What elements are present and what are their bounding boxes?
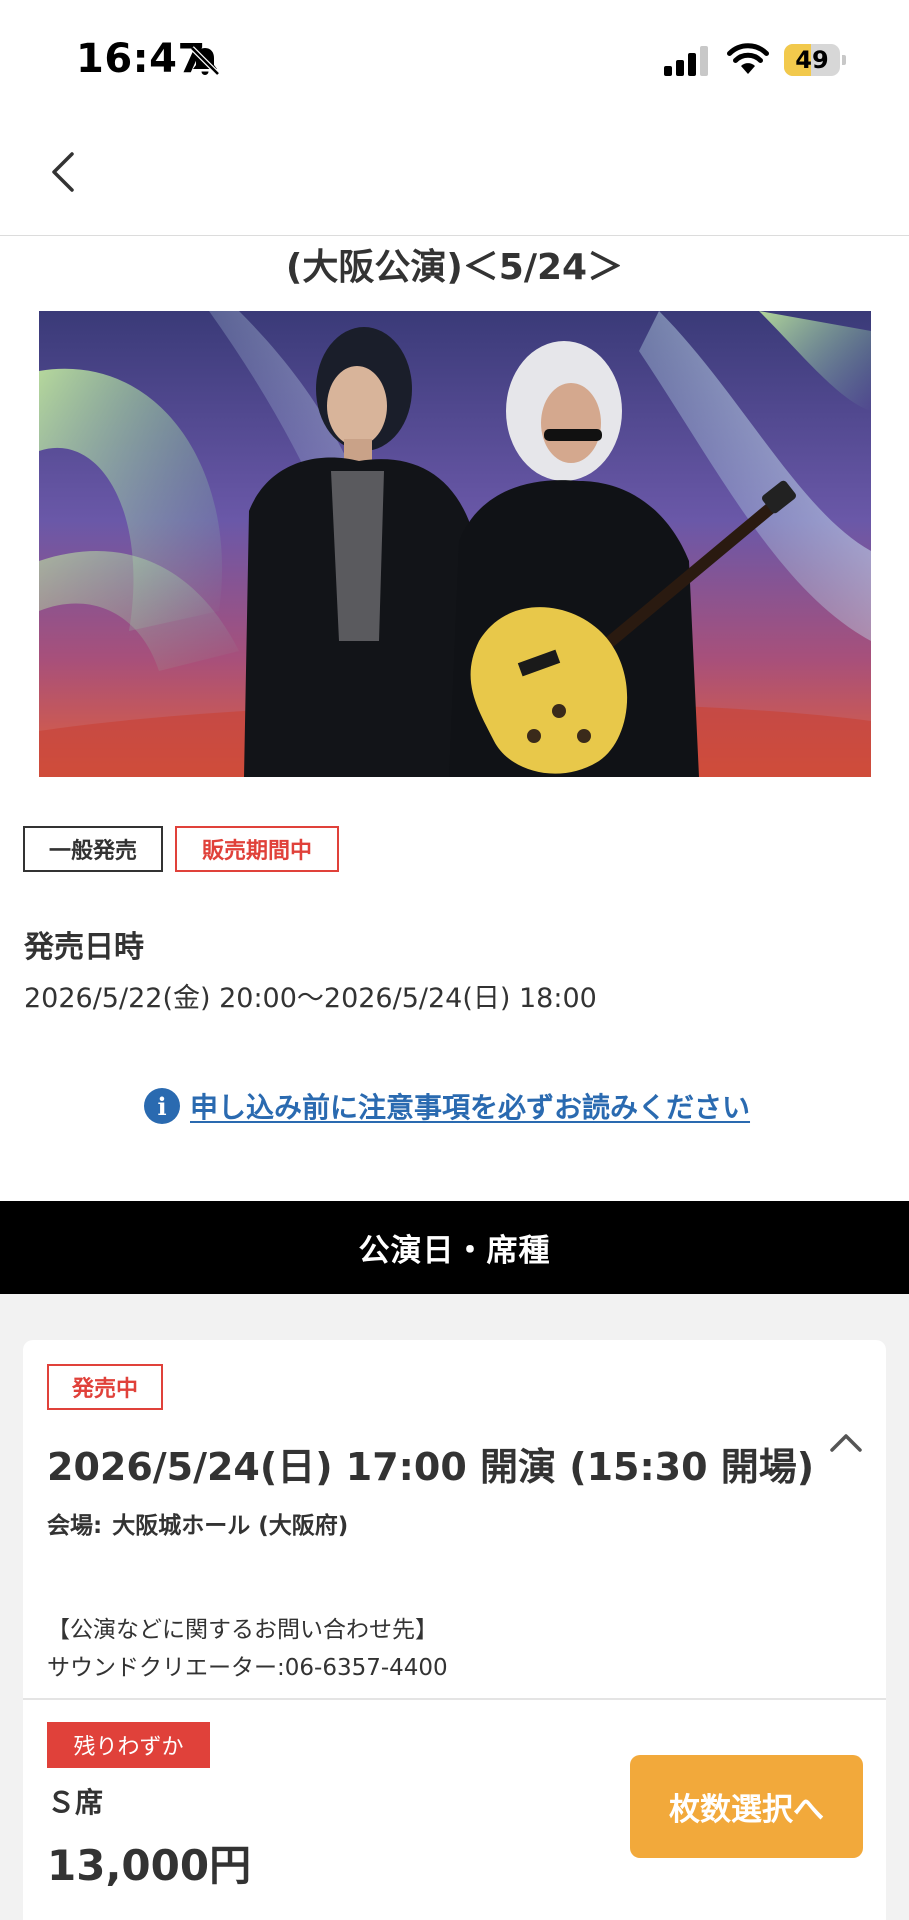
- sale-date-heading: 発売日時: [24, 930, 144, 965]
- notice-link-text: 申し込み前に注意事項を必ずお読みください: [190, 1091, 751, 1124]
- performance-date: 2026/5/24(日) 17:00 開演 (15:30 開場): [47, 1445, 815, 1489]
- seat-type: Ｓ席: [47, 1786, 104, 1819]
- collapse-button[interactable]: [826, 1424, 866, 1460]
- signal-icon: [664, 46, 708, 76]
- hero-image: [39, 311, 871, 777]
- info-icon: i: [144, 1088, 180, 1124]
- contact-phone: サウンドクリエーター:06-6357-4400: [47, 1655, 448, 1681]
- venue-name: 大阪城ホール (大阪府): [112, 1513, 349, 1539]
- section-header: 公演日・席種: [0, 1201, 909, 1294]
- nav-divider: [0, 235, 909, 236]
- contact-heading: 【公演などに関するお問い合わせ先】: [47, 1617, 438, 1643]
- battery-level: 49: [795, 46, 829, 74]
- sale-period: 2026/5/22(金) 20:00〜2026/5/24(日) 18:00: [24, 983, 597, 1014]
- venue: 会場: 大阪城ホール (大阪府): [47, 1506, 348, 1540]
- status-time: 16:47: [76, 36, 206, 82]
- battery-tip: [842, 55, 846, 65]
- back-button[interactable]: [40, 140, 88, 204]
- sale-status-tag: 販売期間中: [175, 826, 339, 872]
- battery-body: 49: [784, 44, 840, 76]
- chevron-up-icon: [830, 1434, 862, 1452]
- chevron-left-icon: [52, 152, 74, 192]
- battery-icon: 49: [784, 44, 846, 76]
- seat-price: 13,000円: [47, 1841, 252, 1890]
- status-bar: 16:47 49: [0, 0, 909, 120]
- few-left-badge: 残りわずか: [47, 1722, 210, 1768]
- venue-label: 会場:: [47, 1513, 103, 1539]
- page-title: (大阪公演)＜5/24＞: [285, 247, 624, 288]
- select-quantity-button[interactable]: 枚数選択へ: [630, 1755, 863, 1858]
- general-sale-tag: 一般発売: [23, 826, 163, 872]
- notice-link[interactable]: i 申し込み前に注意事項を必ずお読みください: [144, 1086, 750, 1126]
- wifi-icon: [727, 43, 769, 74]
- on-sale-badge: 発売中: [47, 1364, 163, 1410]
- card-divider: [23, 1698, 886, 1700]
- bell-slash-icon: [190, 46, 220, 76]
